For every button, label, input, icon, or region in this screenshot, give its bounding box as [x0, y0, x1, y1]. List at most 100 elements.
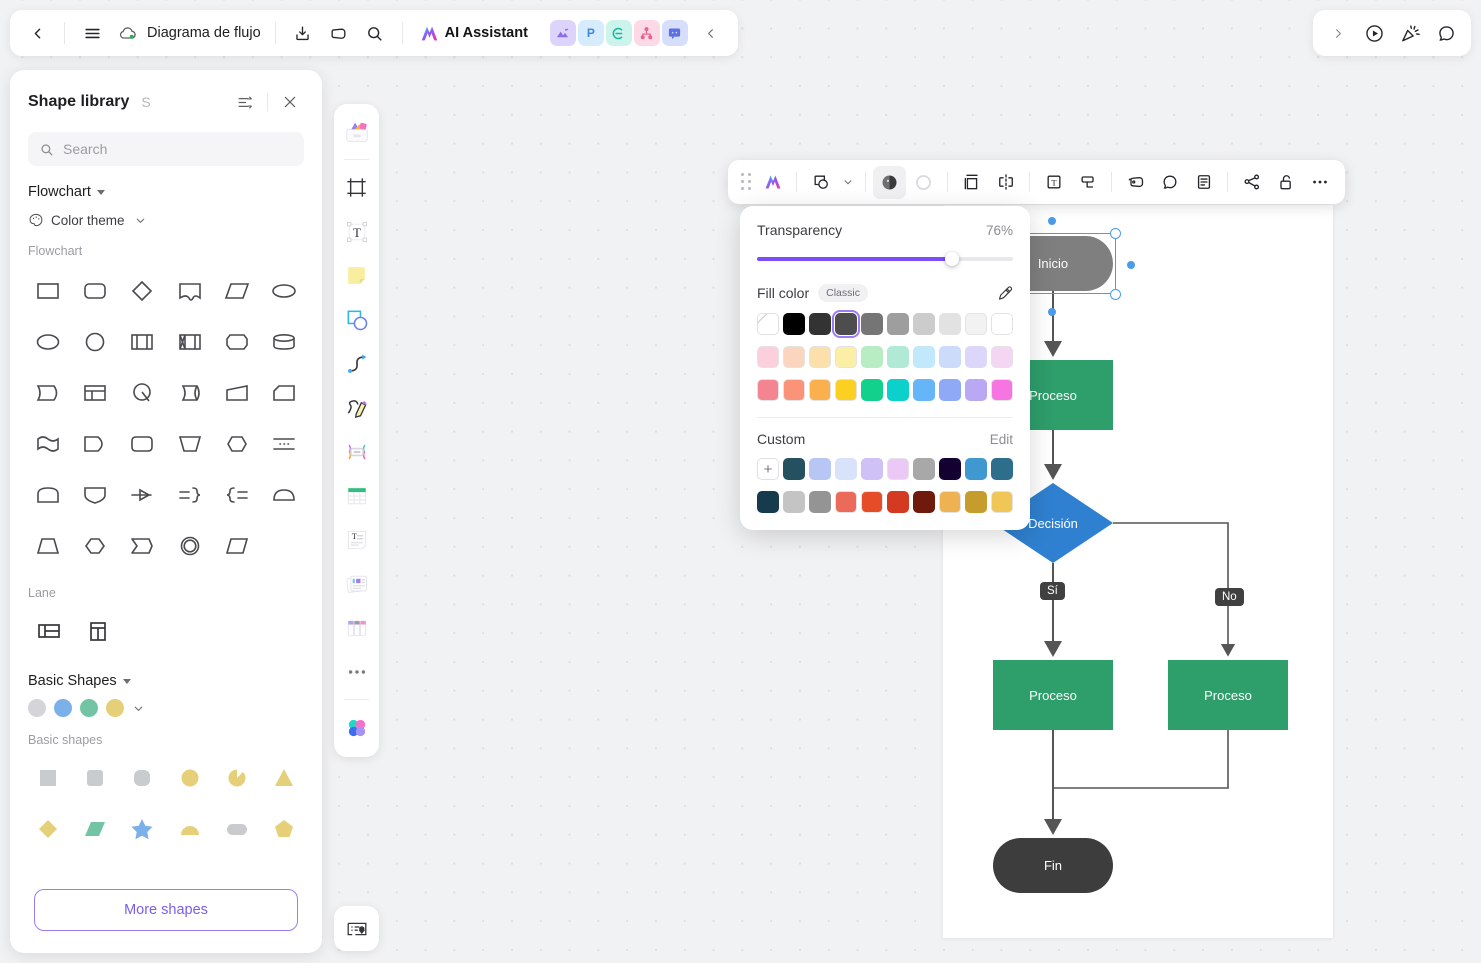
swatch-no-fill[interactable]	[757, 313, 779, 335]
theme-dot-green[interactable]	[80, 699, 98, 717]
ai-sparkle-icon[interactable]	[756, 166, 789, 199]
kanban-tool-icon[interactable]	[338, 607, 375, 648]
shape-direct-data[interactable]	[166, 368, 213, 417]
swatch-ddd6fb[interactable]	[965, 346, 987, 368]
swatch-ecc8f7[interactable]	[887, 458, 909, 480]
swatch-fb9378[interactable]	[783, 379, 805, 401]
shape-skewed-rect[interactable]	[213, 521, 260, 570]
swatch-66b5f8[interactable]	[913, 379, 935, 401]
tag-button[interactable]	[322, 16, 356, 50]
swatch-701a0e[interactable]	[913, 491, 935, 513]
basic-shape-pentagon[interactable]	[261, 804, 308, 853]
document-title[interactable]: Diagrama de flujo	[147, 25, 265, 41]
line-color-icon[interactable]	[907, 166, 940, 199]
shape-callout-banner[interactable]	[166, 266, 213, 315]
shape-swap-icon[interactable]	[804, 166, 837, 199]
shape-circle[interactable]	[71, 317, 118, 366]
shape-document[interactable]	[24, 419, 71, 468]
shape-dome-top[interactable]	[24, 470, 71, 519]
swatch-f774e3[interactable]	[991, 379, 1013, 401]
shape-chevron-flag[interactable]	[119, 521, 166, 570]
classic-palette-pill[interactable]: Classic	[818, 284, 868, 302]
theme-dot-yellow[interactable]	[106, 699, 124, 717]
shape-arrow-marker[interactable]	[119, 470, 166, 519]
search-input[interactable]	[63, 141, 293, 157]
basic-shape-semicircle[interactable]	[166, 804, 213, 853]
flow-node-proceso-3[interactable]: Proceso	[1168, 660, 1288, 730]
text-card-tool-icon[interactable]: T	[338, 519, 375, 560]
frame-tool-icon[interactable]	[338, 167, 375, 208]
comment-button[interactable]	[1429, 16, 1463, 50]
basic-shape-circle[interactable]	[166, 753, 213, 802]
swatch-e2e2e2[interactable]	[939, 313, 961, 335]
swatch-ccdbf9[interactable]	[939, 346, 961, 368]
swatch-0bd0cc[interactable]	[887, 379, 909, 401]
basic-shape-pie[interactable]	[213, 753, 260, 802]
swatch-fbb04e[interactable]	[809, 379, 831, 401]
swatch-9e9e9e[interactable]	[887, 313, 909, 335]
shape-terminator-flat[interactable]	[213, 317, 260, 366]
shape-cut-corner-note[interactable]	[261, 368, 308, 417]
text-format-icon[interactable]: T	[1037, 166, 1070, 199]
shape-trapezoid-down[interactable]	[24, 521, 71, 570]
shape-shield-down[interactable]	[71, 470, 118, 519]
swatch-fbefa5[interactable]	[835, 346, 857, 368]
shape-internal-storage[interactable]	[166, 317, 213, 366]
close-icon[interactable]	[276, 88, 304, 116]
swatch-163b4d[interactable]	[757, 491, 779, 513]
table-connector-tool-icon[interactable]	[338, 431, 375, 472]
shape-vertical-lane[interactable]	[73, 606, 122, 655]
swatch-b0ead6[interactable]	[887, 346, 909, 368]
search-button[interactable]	[358, 16, 392, 50]
add-custom-color-button[interactable]: +	[757, 458, 779, 480]
swatch-cfc0f6[interactable]	[861, 458, 883, 480]
swatch-333333[interactable]	[809, 313, 831, 335]
basic-shape-rounded-square[interactable]	[71, 753, 118, 802]
chevron-down-icon[interactable]	[838, 166, 858, 199]
shape-ellipse[interactable]	[24, 317, 71, 366]
swatch-000000[interactable]	[783, 313, 805, 335]
connection-anchor-bottom[interactable]	[1048, 308, 1056, 316]
swatch-d43a21[interactable]	[887, 491, 909, 513]
download-button[interactable]	[286, 16, 320, 50]
shape-database[interactable]	[261, 317, 308, 366]
swatch-b8edc3[interactable]	[861, 346, 883, 368]
more-options-icon[interactable]	[1303, 166, 1336, 199]
shape-hexagon-tall[interactable]	[71, 521, 118, 570]
shape-stadium-hexagon[interactable]	[119, 419, 166, 468]
color-theme-selector[interactable]: Color theme	[10, 200, 322, 228]
color-palette-tool-icon[interactable]	[338, 707, 375, 748]
swatch-24505f[interactable]	[783, 458, 805, 480]
swatch-a8a8a8[interactable]	[913, 458, 935, 480]
swatch-f2f2f2[interactable]	[965, 313, 987, 335]
swatch-ec6a59[interactable]	[835, 491, 857, 513]
chevron-down-icon[interactable]	[132, 702, 145, 715]
edge-style-icon[interactable]	[1071, 166, 1104, 199]
shape-merge-right-brace[interactable]	[166, 470, 213, 519]
toolbar-drag-handle[interactable]	[737, 169, 755, 195]
swatch-949494[interactable]	[809, 491, 831, 513]
swatch-f5d6f2[interactable]	[991, 346, 1013, 368]
slider-knob[interactable]	[944, 252, 959, 266]
tag-icon[interactable]	[1119, 166, 1152, 199]
swatch-b7c6f4[interactable]	[809, 458, 831, 480]
shape-parallelogram[interactable]	[213, 266, 260, 315]
resize-handle-bottom-right[interactable]	[1110, 289, 1121, 300]
table-tool-icon[interactable]	[338, 475, 375, 516]
swatch-12d18c[interactable]	[861, 379, 883, 401]
shape-half-dome[interactable]	[261, 470, 308, 519]
shape-horizontal-lane[interactable]	[24, 606, 73, 655]
custom-edit-button[interactable]: Edit	[990, 432, 1013, 447]
sort-options-icon[interactable]	[231, 88, 259, 116]
shape-diamond[interactable]	[119, 266, 166, 315]
swatch-ffffff[interactable]	[991, 313, 1013, 335]
swatch-f0c757[interactable]	[991, 491, 1013, 513]
edge-label-no[interactable]: No	[1215, 588, 1244, 606]
eyedropper-icon[interactable]	[996, 285, 1013, 302]
swatch-4d4d4d[interactable]	[831, 309, 861, 339]
edge-label-yes[interactable]: Sí	[1040, 582, 1065, 600]
collapse-apps-button[interactable]	[694, 16, 728, 50]
app-chip-presentation[interactable]: P	[577, 20, 604, 46]
swatch-3f99d0[interactable]	[965, 458, 987, 480]
shape-double-circle[interactable]	[166, 521, 213, 570]
